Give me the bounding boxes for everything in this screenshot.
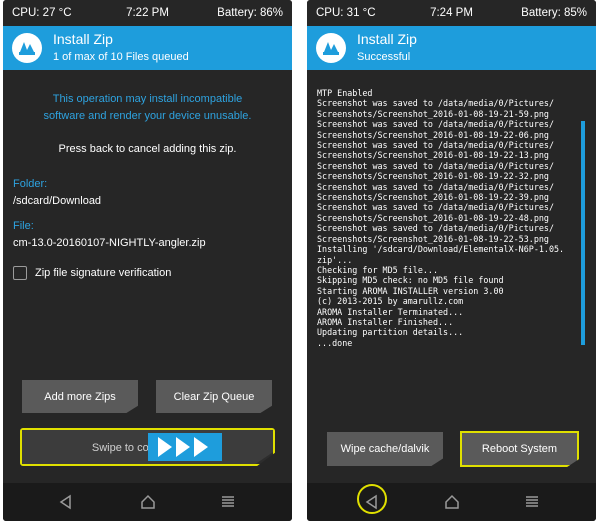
signature-verification-checkbox[interactable] bbox=[13, 266, 27, 280]
console-line: Skipping MD5 check: no MD5 file found bbox=[317, 275, 504, 286]
console-line: AROMA Installer Finished... bbox=[317, 316, 454, 327]
console-line: Installing '/sdcard/Download/ElementalX-… bbox=[317, 244, 565, 255]
twrp-logo-icon bbox=[316, 33, 346, 63]
nav-bar bbox=[307, 483, 596, 521]
console-line: Screenshots/Screenshot_2016-01-08-19-22-… bbox=[317, 212, 549, 223]
console-line: Screenshot was saved to /data/media/0/Pi… bbox=[317, 202, 554, 213]
twrp-logo-icon bbox=[12, 33, 42, 63]
console-line: Screenshot was saved to /data/media/0/Pi… bbox=[317, 119, 554, 130]
header-bar: Install Zip Successful bbox=[307, 26, 596, 70]
menu-icon[interactable] bbox=[522, 492, 542, 512]
add-more-zips-button[interactable]: Add more Zips bbox=[22, 380, 138, 413]
page-title: Install Zip bbox=[53, 31, 113, 47]
console-line: Screenshots/Screenshot_2016-01-08-19-22-… bbox=[317, 171, 549, 182]
home-icon[interactable] bbox=[442, 492, 462, 512]
console-line: ...done bbox=[317, 337, 353, 348]
home-icon[interactable] bbox=[138, 492, 158, 512]
warning-text: This operation may install incompatible … bbox=[3, 91, 292, 125]
console-line: Starting AROMA INSTALLER version 3.00 bbox=[317, 285, 504, 296]
press-back-text: Press back to cancel adding this zip. bbox=[58, 143, 237, 155]
reboot-system-button[interactable]: Reboot System bbox=[460, 431, 579, 467]
console-line: Screenshot was saved to /data/media/0/Pi… bbox=[317, 181, 554, 192]
console-line: (c) 2013-2015 by amarullz.com bbox=[317, 296, 464, 307]
console-line: Screenshots/Screenshot_2016-01-08-19-22-… bbox=[317, 192, 549, 203]
console-line: Screenshot was saved to /data/media/0/Pi… bbox=[317, 223, 554, 234]
signature-verification-label: Zip file signature verification bbox=[35, 267, 172, 279]
clear-zip-queue-button[interactable]: Clear Zip Queue bbox=[156, 380, 272, 413]
console-line: MTP Enabled bbox=[317, 88, 373, 98]
console-line: Screenshots/Screenshot_2016-01-08-19-21-… bbox=[317, 108, 549, 119]
menu-icon[interactable] bbox=[218, 492, 238, 512]
page-subtitle: Successful bbox=[357, 51, 411, 63]
console-line: Screenshots/Screenshot_2016-01-08-19-22-… bbox=[317, 129, 549, 140]
console-scrollbar[interactable] bbox=[581, 121, 585, 345]
console-line: zip'... bbox=[317, 254, 353, 265]
twrp-screen-left: CPU: 27 °C 7:22 PM Battery: 86% Install … bbox=[3, 0, 292, 521]
console-line: Screenshots/Screenshot_2016-01-08-19-22-… bbox=[317, 233, 549, 244]
console-line: Updating partition details... bbox=[317, 327, 464, 338]
back-button-highlight bbox=[357, 484, 387, 514]
console-line: Screenshots/Screenshot_2016-01-08-19-22-… bbox=[317, 150, 549, 161]
twrp-screen-right: CPU: 31 °C 7:24 PM Battery: 85% Install … bbox=[307, 0, 596, 521]
status-bar: CPU: 27 °C 7:22 PM Battery: 86% bbox=[3, 0, 292, 26]
page-title: Install Zip bbox=[357, 31, 417, 47]
swipe-handle[interactable] bbox=[148, 433, 222, 461]
file-label: File: bbox=[13, 220, 34, 232]
header-bar: Install Zip 1 of max of 10 Files queued bbox=[3, 26, 292, 70]
console-line: Checking for MD5 file... bbox=[317, 264, 439, 275]
file-value: cm-13.0-20160107-NIGHTLY-angler.zip bbox=[13, 237, 206, 249]
console-line: Screenshot was saved to /data/media/0/Pi… bbox=[317, 98, 554, 109]
page-subtitle: 1 of max of 10 Files queued bbox=[53, 51, 189, 63]
wipe-cache-dalvik-button[interactable]: Wipe cache/dalvik bbox=[327, 432, 443, 466]
console-log: MTP Enabled Screenshot was saved to /data… bbox=[317, 88, 579, 348]
battery-level: Battery: 86% bbox=[217, 7, 283, 19]
console-line: AROMA Installer Terminated... bbox=[317, 306, 464, 317]
folder-label: Folder: bbox=[13, 178, 48, 190]
back-icon[interactable] bbox=[56, 492, 76, 512]
warning-line: This operation may install incompatible bbox=[52, 93, 243, 105]
nav-bar bbox=[3, 483, 292, 521]
console-line: Screenshot was saved to /data/media/0/Pi… bbox=[317, 140, 554, 151]
folder-value: /sdcard/Download bbox=[13, 195, 102, 207]
warning-line: software and render your device unusable… bbox=[43, 110, 252, 122]
console-line: Screenshot was saved to /data/media/0/Pi… bbox=[317, 160, 554, 171]
battery-level: Battery: 85% bbox=[521, 7, 587, 19]
status-bar: CPU: 31 °C 7:24 PM Battery: 85% bbox=[307, 0, 596, 26]
